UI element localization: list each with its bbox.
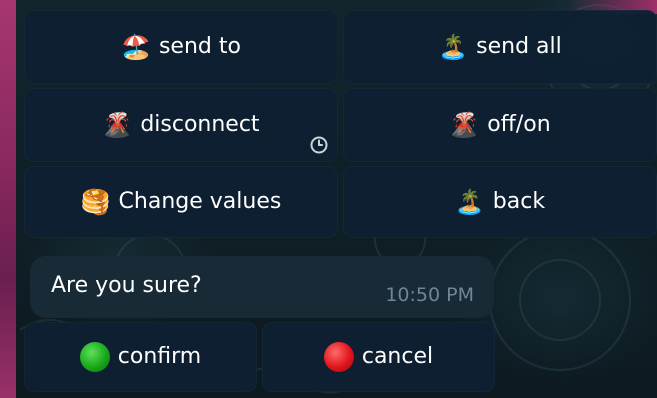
keyboard-button-send-all[interactable]: 🏝️ send all [343,10,657,84]
message-text: Are you sure? [51,273,202,298]
pancakes-icon: 🥞 [80,188,111,216]
beach-umbrella-icon: 🏖️ [121,33,151,61]
keyboard-button-send-to[interactable]: 🏖️ send to [24,10,338,84]
inline-button-label: confirm [117,344,202,369]
desert-island-icon: 🏝️ [454,188,485,216]
volcano-icon: 🌋 [449,111,480,139]
keyboard-button-label: off/on [487,112,551,137]
inline-button-label: cancel [361,344,434,369]
green-circle-icon [79,342,110,372]
red-circle-icon [323,342,354,372]
keyboard-button-off-on[interactable]: 🌋 off/on [343,88,657,162]
desert-island-icon: 🏝️ [438,33,469,61]
keyboard-button-back[interactable]: 🏝️ back [343,166,657,238]
keyboard-button-disconnect[interactable]: 🌋 disconnect [24,88,338,162]
message-bubble: Are you sure? 10:50 PM [30,256,494,318]
message-timestamp: 10:50 PM [385,284,474,306]
keyboard-button-change-values[interactable]: 🥞 Change values [24,166,338,238]
keyboard-button-label: back [492,189,546,214]
inline-button-confirm[interactable]: confirm [24,322,257,392]
inline-button-cancel[interactable]: cancel [262,322,495,392]
keyboard-button-label: disconnect [140,112,260,137]
keyboard-button-label: Change values [118,189,282,214]
keyboard-button-label: send to [158,34,241,59]
clock-icon [310,136,328,154]
window-edge-decoration [0,0,16,398]
keyboard-button-label: send all [476,34,562,59]
volcano-icon: 🌋 [102,111,133,139]
